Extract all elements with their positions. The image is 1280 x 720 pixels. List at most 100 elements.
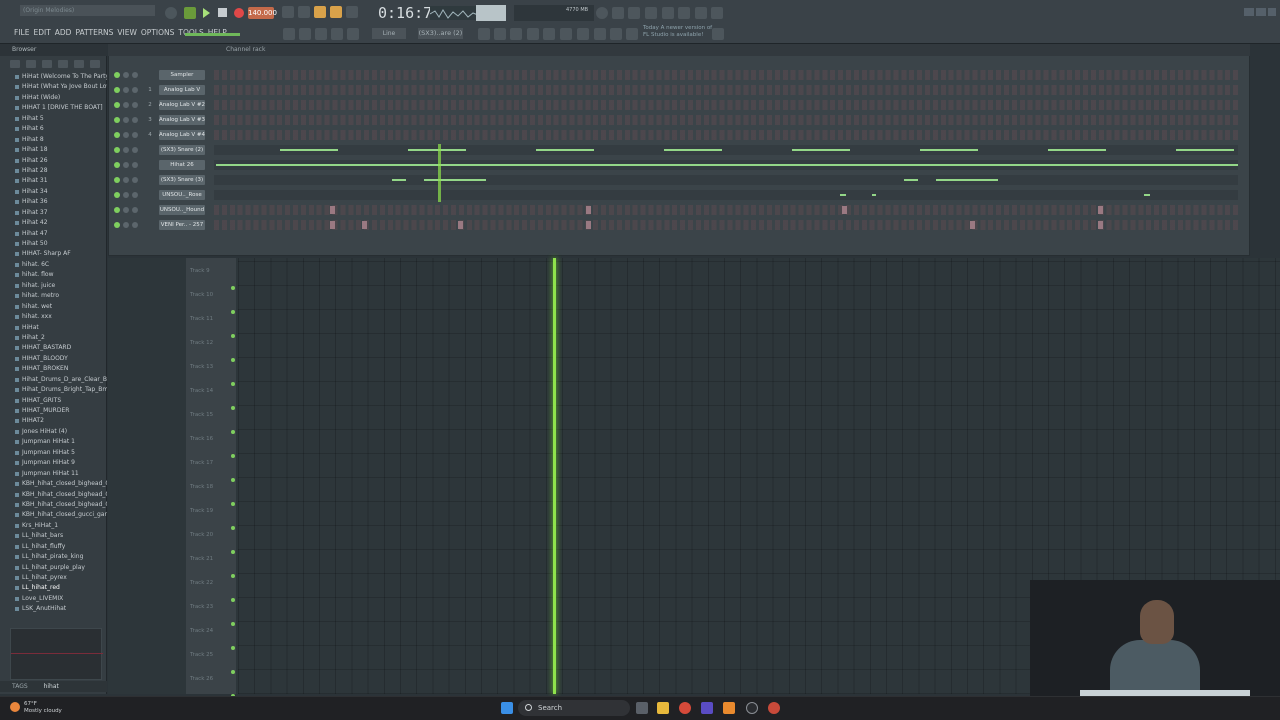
playlist-icon[interactable]	[494, 28, 506, 40]
plugin-icon[interactable]	[577, 28, 589, 40]
track-label[interactable]: Track 25	[190, 652, 213, 658]
master-volume-slider[interactable]	[476, 5, 506, 21]
channel-pan-knob[interactable]	[123, 72, 129, 78]
channel-volume-knob[interactable]	[132, 87, 138, 93]
mixer-window-icon[interactable]	[527, 28, 539, 40]
menu-edit[interactable]: EDIT	[33, 28, 50, 37]
delete-icon[interactable]	[331, 28, 343, 40]
mic-icon[interactable]	[628, 7, 640, 19]
browser-file-item[interactable]: HIHAT_BLOODY	[0, 354, 107, 364]
channel-mixer-track[interactable]	[144, 205, 156, 215]
browser-file-item[interactable]: KBH_hihat_closed_bighead_05	[0, 490, 107, 500]
track-mute-led[interactable]	[231, 286, 235, 290]
channel-piano-roll-preview[interactable]	[214, 175, 1238, 185]
browser-file-item[interactable]: KBH_hihat_closed_bighead_06	[0, 500, 107, 510]
countdown-icon[interactable]	[314, 6, 326, 18]
channel-pan-knob[interactable]	[123, 147, 129, 153]
windows-start-icon[interactable]	[501, 702, 513, 714]
browser-file-item[interactable]: Hihat 18	[0, 145, 107, 155]
browser-bookmark-icon[interactable]	[74, 60, 84, 68]
minimize-icon[interactable]	[1244, 8, 1254, 16]
browser-file-item[interactable]: hihat. metro	[0, 291, 107, 301]
menu-file[interactable]: FILE	[14, 28, 29, 37]
channel-volume-knob[interactable]	[132, 207, 138, 213]
channel-mixer-track[interactable]: 4	[144, 130, 156, 140]
channel-rack-icon[interactable]	[543, 28, 555, 40]
browser-file-item[interactable]: HiHat (Welcome To The Party)	[0, 72, 107, 82]
channel-pan-knob[interactable]	[123, 102, 129, 108]
channel-mute-led[interactable]	[114, 132, 120, 138]
channel-name-button[interactable]: (SX3) Snare (2)	[159, 145, 205, 155]
info-icon[interactable]	[695, 7, 707, 19]
channel-mute-led[interactable]	[114, 147, 120, 153]
obs-icon[interactable]	[746, 702, 758, 714]
channel-mute-led[interactable]	[114, 72, 120, 78]
channel-pan-knob[interactable]	[123, 117, 129, 123]
channel-mixer-track[interactable]: 1	[144, 85, 156, 95]
browser-file-item[interactable]: LL_hihat_pyrex	[0, 573, 107, 583]
sample-preview[interactable]	[10, 628, 103, 680]
piano-roll-window-icon[interactable]	[510, 28, 522, 40]
browser-file-item[interactable]: Hihat 37	[0, 208, 107, 218]
active-step[interactable]	[586, 206, 591, 214]
channel-volume-knob[interactable]	[132, 192, 138, 198]
browser-file-item[interactable]: LL_hihat_red	[0, 583, 107, 593]
browser-file-item[interactable]: HiHat (What Ya Jove Bout Love)	[0, 82, 107, 92]
app-icon[interactable]	[701, 702, 713, 714]
browser-back-icon[interactable]	[26, 60, 36, 68]
channel-volume-knob[interactable]	[132, 132, 138, 138]
news-panel[interactable]: Today A newer version of FL Studio is av…	[643, 25, 712, 39]
tempo-tapper-icon[interactable]	[594, 28, 606, 40]
channel-name-button[interactable]: UNSOU.._Hound	[159, 205, 205, 215]
track-label[interactable]: Track 14	[190, 388, 213, 394]
track-mute-led[interactable]	[231, 598, 235, 602]
channel-piano-roll-preview[interactable]	[214, 190, 1238, 200]
active-step[interactable]	[1098, 206, 1103, 214]
browser-file-item[interactable]: HIHAT_BROKEN	[0, 364, 107, 374]
channel-pan-knob[interactable]	[123, 207, 129, 213]
browser-file-item[interactable]: Hihat 50	[0, 239, 107, 249]
track-mute-led[interactable]	[231, 454, 235, 458]
channel-volume-knob[interactable]	[132, 177, 138, 183]
browser-file-item[interactable]: hihat. xxx	[0, 312, 107, 322]
browser-file-item[interactable]: Hihat_2	[0, 333, 107, 343]
active-step[interactable]	[842, 206, 847, 214]
channel-name-button[interactable]: Analog Lab V #4	[159, 130, 205, 140]
browser-file-item[interactable]: LL_hihat_purple_play	[0, 563, 107, 573]
active-step[interactable]	[330, 206, 335, 214]
channel-step-sequencer[interactable]	[214, 220, 1238, 230]
channel-name-button[interactable]: VENI Per.. - 257	[159, 220, 205, 230]
file-explorer-icon[interactable]	[657, 702, 669, 714]
track-label[interactable]: Track 11	[190, 316, 213, 322]
chrome-profile-icon[interactable]	[768, 702, 780, 714]
download-icon[interactable]	[711, 7, 723, 19]
channel-mixer-track[interactable]	[144, 190, 156, 200]
browser-file-item[interactable]: Hihat 31	[0, 176, 107, 186]
track-mute-led[interactable]	[231, 334, 235, 338]
browser-file-item[interactable]: HiHat (Wide)	[0, 93, 107, 103]
browser-file-item[interactable]: HIHAT_MURDER	[0, 406, 107, 416]
browser-file-item[interactable]: Hihat 8	[0, 135, 107, 145]
weather-widget[interactable]: 67°F Mostly cloudy	[24, 701, 62, 715]
browser-file-item[interactable]: hihat. 6C	[0, 260, 107, 270]
channel-name-button[interactable]: Analog Lab V #2	[159, 100, 205, 110]
track-label[interactable]: Track 18	[190, 484, 213, 490]
browser-file-item[interactable]: Krs_HiHat_1	[0, 521, 107, 531]
active-step[interactable]	[1098, 221, 1103, 229]
draw-icon[interactable]	[299, 28, 311, 40]
track-label[interactable]: Track 15	[190, 412, 213, 418]
channel-name-button[interactable]: UNSOU.._Rose	[159, 190, 205, 200]
channel-volume-knob[interactable]	[132, 162, 138, 168]
channel-name-button[interactable]: Analog Lab V	[159, 85, 205, 95]
browser-file-item[interactable]: KBH_hihat_closed_gucci_gang	[0, 510, 107, 520]
browser-file-item[interactable]: LL_hihat_pirate_king	[0, 552, 107, 562]
browser-star-icon[interactable]	[90, 60, 100, 68]
track-label[interactable]: Track 10	[190, 292, 213, 298]
channel-piano-roll-preview[interactable]	[214, 160, 1238, 170]
channel-volume-knob[interactable]	[132, 72, 138, 78]
channel-volume-knob[interactable]	[132, 117, 138, 123]
track-label[interactable]: Track 23	[190, 604, 213, 610]
channel-volume-knob[interactable]	[132, 147, 138, 153]
maximize-icon[interactable]	[1256, 8, 1266, 16]
cut-icon[interactable]	[612, 7, 624, 19]
